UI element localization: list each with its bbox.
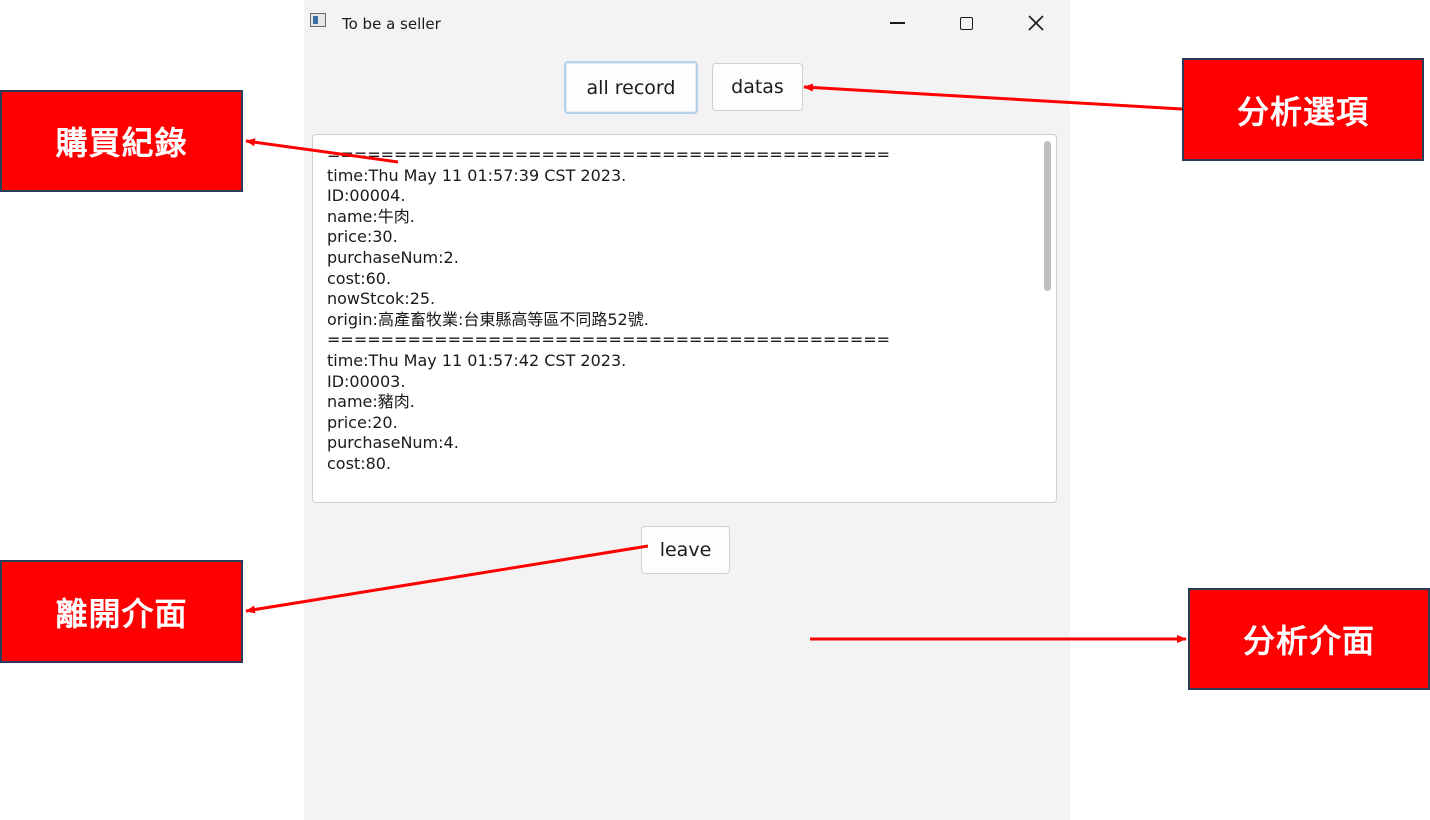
record-line: time:Thu May 11 01:57:39 CST 2023. — [327, 165, 627, 185]
record-line: price:30. — [327, 227, 398, 247]
record-line: time:Thu May 11 01:57:42 CST 2023. — [327, 350, 627, 370]
record-line: ========================================… — [327, 145, 891, 164]
close-button[interactable] — [1013, 0, 1059, 46]
minimize-icon — [889, 22, 905, 24]
annotation-leave-interface: 離開介面 — [0, 560, 243, 663]
record-line: ID:00004. — [327, 186, 406, 206]
maximize-button[interactable] — [943, 0, 989, 46]
record-list: ========================================… — [327, 145, 890, 475]
record-line: name:豬肉. — [327, 392, 415, 412]
vertical-scrollbar[interactable] — [1042, 139, 1052, 499]
annotation-analysis-interface: 分析介面 — [1188, 588, 1430, 690]
record-line: purchaseNum:4. — [327, 433, 459, 453]
scrollbar-thumb[interactable] — [1044, 141, 1051, 291]
window-title: To be a seller — [342, 15, 441, 33]
app-window: To be a seller all record datas ========… — [304, 0, 1070, 820]
record-line: cost:60. — [327, 268, 392, 288]
maximize-icon — [959, 16, 973, 30]
close-icon — [1028, 15, 1044, 31]
record-line: cost:80. — [327, 453, 392, 473]
app-icon — [310, 13, 326, 27]
record-line: ========================================… — [327, 330, 891, 350]
datas-button[interactable]: datas — [712, 63, 803, 111]
annotation-purchase-record: 購買紀錄 — [0, 90, 243, 192]
record-line: price:20. — [327, 412, 398, 432]
title-bar: To be a seller — [304, 0, 1070, 48]
minimize-button[interactable] — [874, 0, 920, 46]
annotation-analysis-options: 分析選項 — [1182, 58, 1424, 161]
leave-button[interactable]: leave — [641, 526, 730, 574]
record-line: purchaseNum:2. — [327, 247, 459, 267]
purchase-record-textarea[interactable]: ========================================… — [312, 134, 1057, 503]
record-line: name:牛肉. — [327, 206, 415, 226]
record-line: origin:高產畜牧業:台東縣高等區不同路52號. — [327, 309, 649, 329]
record-line: ID:00003. — [327, 371, 406, 391]
all-record-button[interactable]: all record — [564, 61, 698, 114]
record-line: nowStcok:25. — [327, 289, 436, 309]
